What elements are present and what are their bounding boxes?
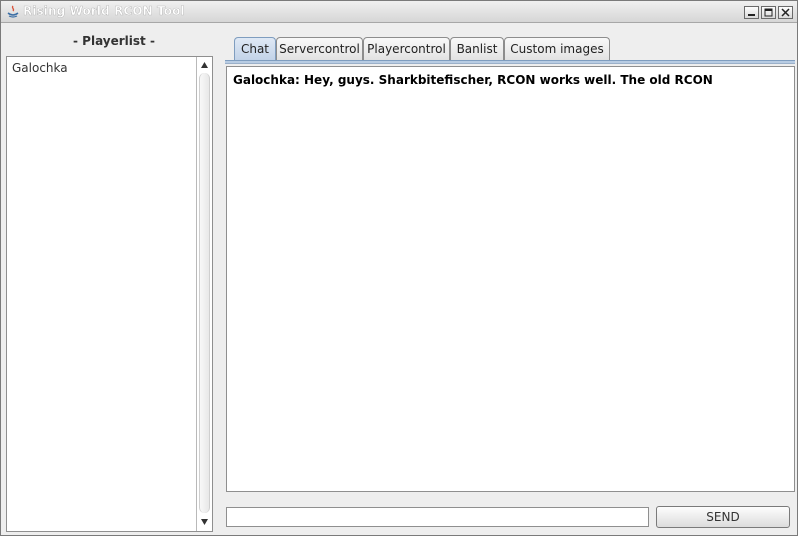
maximize-icon: [764, 8, 773, 17]
tab-chat[interactable]: Chat: [234, 37, 276, 60]
close-icon: [781, 8, 790, 17]
player-item[interactable]: Galochka: [12, 61, 68, 75]
playerlist-heading: - Playerlist -: [73, 34, 155, 48]
chat-message: Galochka: Hey, guys. Sharkbitefischer, R…: [233, 73, 713, 87]
playerlist-scrollbar[interactable]: [196, 57, 212, 531]
maximize-button[interactable]: [761, 6, 776, 19]
send-button[interactable]: SEND: [656, 506, 790, 528]
tab-banlist[interactable]: Banlist: [450, 37, 504, 60]
tab-playercontrol[interactable]: Playercontrol: [363, 37, 450, 60]
close-button[interactable]: [778, 6, 793, 19]
chat-input[interactable]: [226, 507, 649, 527]
minimize-button[interactable]: [744, 6, 759, 19]
playerlist[interactable]: Galochka: [6, 56, 213, 532]
java-app-icon: [6, 4, 20, 18]
scroll-up-icon[interactable]: [199, 60, 210, 71]
minimize-icon: [748, 14, 755, 16]
chat-log[interactable]: Galochka: Hey, guys. Sharkbitefischer, R…: [226, 66, 795, 492]
tab-custom-images[interactable]: Custom images: [504, 37, 610, 60]
window-title: Rising World RCON Tool: [23, 4, 185, 18]
tab-underline: [225, 60, 795, 64]
tab-servercontrol[interactable]: Servercontrol: [276, 37, 363, 60]
scroll-thumb[interactable]: [199, 73, 210, 513]
scroll-down-icon[interactable]: [199, 516, 210, 527]
title-bar[interactable]: Rising World RCON Tool: [1, 1, 797, 23]
rcon-window: Rising World RCON Tool - Playerlist - Ga…: [0, 0, 798, 536]
